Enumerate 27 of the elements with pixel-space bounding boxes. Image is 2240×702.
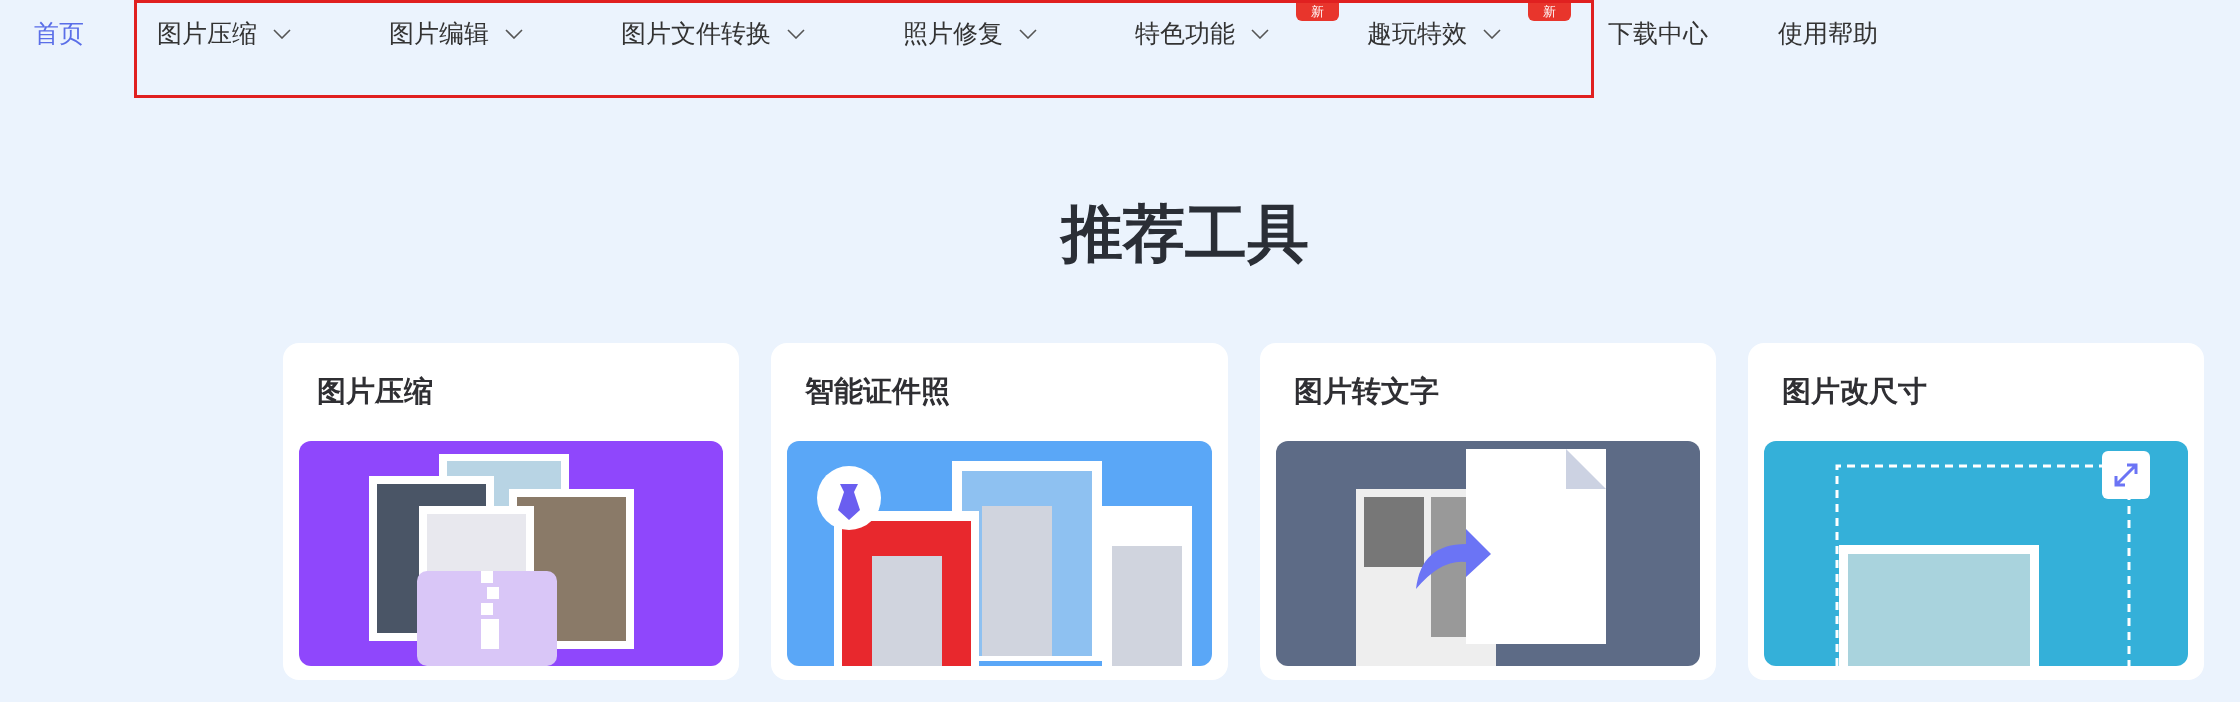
tool-title: 图片压缩 [317, 373, 434, 410]
chevron-down-icon [1251, 28, 1269, 39]
expand-icon [2102, 451, 2150, 499]
section-heading: 推荐工具 [1058, 196, 1310, 272]
tool-card[interactable]: 智能证件照 [771, 343, 1228, 680]
tool-title: 智能证件照 [805, 373, 952, 410]
chevron-down-icon [273, 28, 291, 39]
tool-card[interactable]: 图片转文字 [1259, 343, 1716, 680]
nav-menu[interactable]: 图片压缩 [157, 15, 291, 53]
chevron-down-icon [1483, 28, 1501, 39]
nav-link[interactable]: 使用帮助 [1778, 15, 1878, 53]
nav-menu[interactable]: 照片修复 [903, 15, 1037, 53]
nav-link[interactable]: 下载中心 [1608, 15, 1708, 53]
tool-card[interactable]: 图片压缩 [283, 343, 740, 680]
nav-menu[interactable]: 图片文件转换 [621, 15, 805, 53]
chevron-down-icon [1019, 28, 1037, 39]
tool-title: 图片改尺寸 [1781, 373, 1928, 410]
nav-menu[interactable]: 特色功能 [1135, 15, 1269, 53]
nav-menu[interactable]: 趣玩特效 [1367, 15, 1501, 53]
tool-card[interactable]: 图片改尺寸 [1747, 343, 2204, 680]
new-badge: 新 [1296, 3, 1339, 21]
chevron-down-icon [505, 28, 523, 39]
new-badge: 新 [1528, 3, 1571, 21]
home-link[interactable]: 首页 [34, 15, 84, 53]
chevron-down-icon [787, 28, 805, 39]
tool-title: 图片转文字 [1293, 373, 1440, 410]
nav-menu[interactable]: 图片编辑 [389, 15, 523, 53]
